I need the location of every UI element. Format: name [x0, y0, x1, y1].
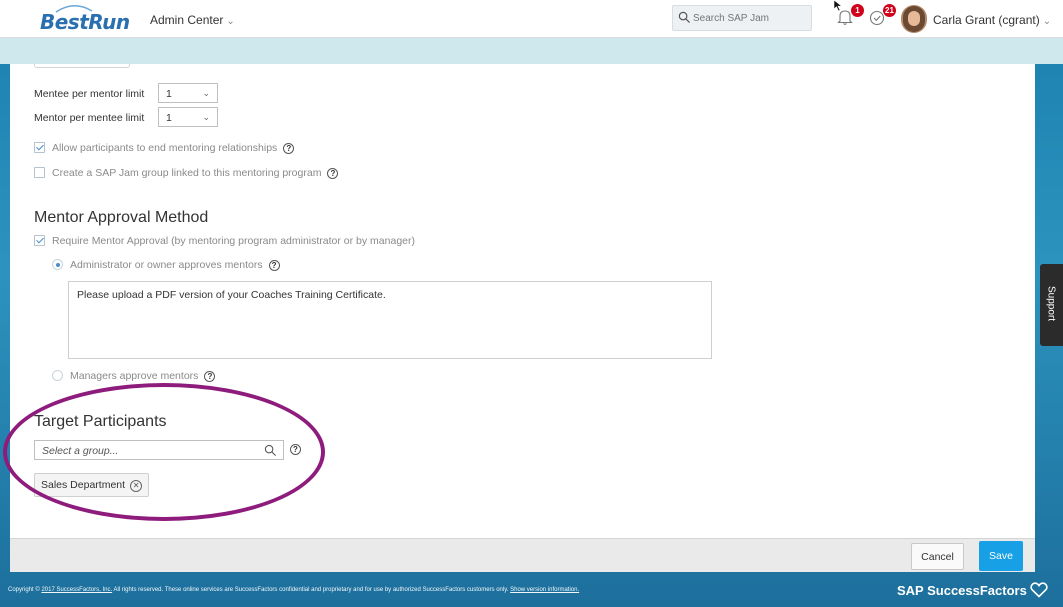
require-approval-checkbox[interactable] [34, 235, 45, 246]
chevron-down-icon: ⌄ [202, 88, 210, 98]
help-icon[interactable]: ? [204, 371, 216, 382]
managers-approve-label: Managers approve mentors [70, 370, 199, 382]
help-icon[interactable]: ? [327, 168, 339, 179]
copyright-text: All rights reserved. These online servic… [112, 587, 511, 593]
mentor-approval-title: Mentor Approval Method [34, 209, 209, 226]
help-icon[interactable]: ? [268, 260, 280, 271]
top-header: BestRun Admin Center⌄ 1 21 Carla Grant (… [0, 0, 1063, 38]
avatar[interactable] [901, 5, 927, 33]
admin-center-label: Admin Center [150, 13, 224, 27]
user-name-label: Carla Grant (cgrant) [933, 13, 1040, 27]
cancel-button[interactable]: Cancel [911, 543, 964, 570]
admin-approves-radio[interactable] [52, 259, 63, 270]
managers-approve-radio[interactable] [52, 370, 63, 381]
chevron-down-icon: ⌄ [226, 16, 235, 27]
approval-instructions-textarea[interactable]: Please upload a PDF version of your Coac… [68, 281, 712, 359]
user-menu[interactable]: Carla Grant (cgrant) ⌄ [933, 13, 1051, 27]
action-bar [10, 538, 1035, 572]
brand-label: SAP SuccessFactors [897, 583, 1027, 598]
mentee-limit-value: 1 [166, 88, 172, 100]
chevron-down-icon: ⌄ [1042, 16, 1052, 27]
managers-approve-option: Managers approve mentors? [70, 370, 216, 382]
highlight-annotation [3, 383, 325, 521]
cut-off-button[interactable] [34, 64, 130, 68]
notifications-badge: 1 [851, 4, 864, 17]
company-logo[interactable]: BestRun [36, 4, 130, 34]
mouse-cursor-icon [833, 0, 843, 12]
admin-center-menu[interactable]: Admin Center ⌄ [150, 13, 235, 27]
save-button[interactable]: Save [979, 541, 1023, 571]
search-input[interactable] [693, 10, 803, 26]
allow-end-label: Allow participants to end mentoring rela… [52, 142, 278, 154]
support-tab[interactable]: Support [1040, 264, 1063, 346]
version-info-link[interactable]: Show version information. [510, 587, 579, 593]
todo-button[interactable]: 21 [868, 4, 896, 30]
admin-approves-label: Administrator or owner approves mentors [70, 259, 263, 271]
jam-group-label: Create a SAP Jam group linked to this me… [52, 167, 322, 179]
mentor-limit-label: Mentor per mentee limit [34, 112, 145, 124]
heart-logo-icon [1030, 582, 1048, 598]
jam-search[interactable] [672, 5, 812, 31]
allow-end-option: Allow participants to end mentoring rela… [52, 142, 295, 154]
search-icon [678, 11, 691, 24]
mentee-limit-select[interactable]: 1 ⌄ [158, 83, 218, 103]
allow-end-checkbox[interactable] [34, 142, 45, 153]
mentor-limit-select[interactable]: 1 ⌄ [158, 107, 218, 127]
page-subheader [0, 38, 1063, 64]
jam-group-option: Create a SAP Jam group linked to this me… [52, 167, 339, 179]
jam-group-checkbox[interactable] [34, 167, 45, 178]
copyright-notice: Copyright © 2017 SuccessFactors, Inc. Al… [8, 587, 579, 593]
todo-badge: 21 [883, 4, 896, 17]
mentee-limit-label: Mentee per mentor limit [34, 88, 145, 100]
logo-text: BestRun [40, 10, 130, 34]
chevron-down-icon: ⌄ [202, 112, 210, 122]
sap-successfactors-brand: SAP SuccessFactors [897, 582, 1048, 598]
require-approval-label: Require Mentor Approval (by mentoring pr… [52, 235, 415, 247]
company-link[interactable]: 2017 SuccessFactors, Inc. [41, 587, 112, 593]
admin-approves-option: Administrator or owner approves mentors? [70, 259, 280, 271]
copyright-prefix: Copyright © [8, 587, 42, 593]
support-label: Support [1045, 285, 1057, 322]
help-icon[interactable]: ? [283, 143, 295, 154]
mentor-limit-value: 1 [166, 112, 172, 124]
